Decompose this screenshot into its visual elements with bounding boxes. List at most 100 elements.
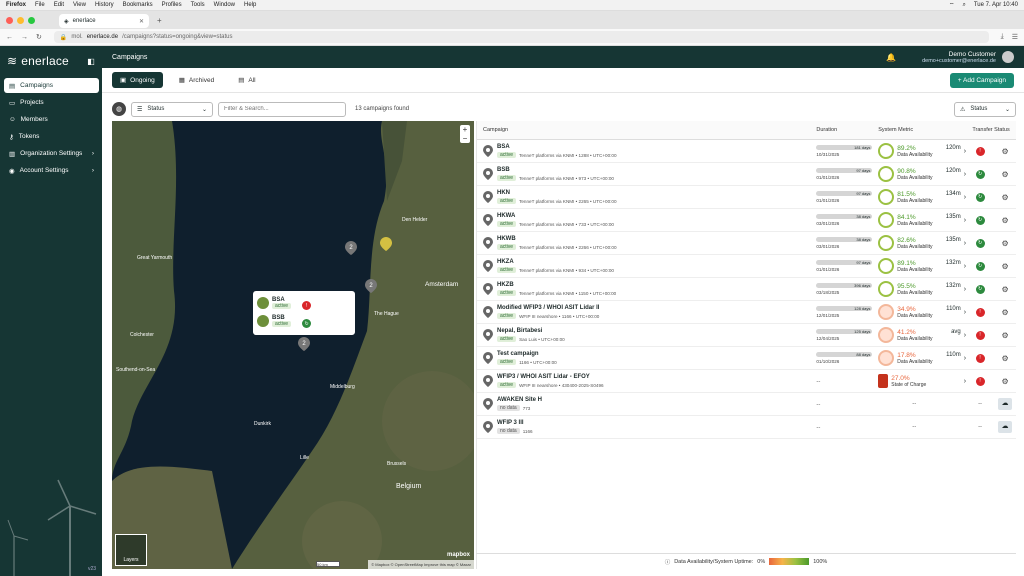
table-row[interactable]: WFIP3 / WHOI ASIT Lidar - EFOY active WFI… xyxy=(477,370,1016,393)
bell-icon[interactable]: 🔔 xyxy=(886,53,896,62)
cluster-marker[interactable]: 2 xyxy=(298,337,310,351)
table-row[interactable]: WFIP 3 III no data 1166 -- -- -- ☁ xyxy=(477,416,1016,439)
forward-icon[interactable]: → xyxy=(21,34,28,41)
table-row[interactable]: Nepal, Birtabesi active Sao Luis • UTC+00… xyxy=(477,324,1016,347)
zoom-out-icon[interactable]: − xyxy=(460,134,470,143)
avatar[interactable] xyxy=(1002,51,1014,63)
os-menu-file[interactable]: File xyxy=(35,2,45,8)
os-menu-view[interactable]: View xyxy=(73,2,86,8)
gear-icon[interactable]: ⚙ xyxy=(1001,377,1008,386)
sidebar-item-campaigns[interactable]: ▤ Campaigns xyxy=(4,78,99,93)
sync-icon[interactable]: ↻ xyxy=(975,284,985,294)
popup-item[interactable]: BSA active ! xyxy=(257,295,351,310)
table-row[interactable]: AWAKEN Site H no data 773 -- -- -- ☁ xyxy=(477,393,1016,416)
new-tab-icon[interactable]: + xyxy=(157,16,162,25)
table-row[interactable]: HKZB active TenneT platforms via KNMI • 1… xyxy=(477,278,1016,301)
address-bar[interactable]: 🔒 mol. enerlace.de/campaigns?status=ongoi… xyxy=(53,31,989,43)
collapse-sidebar-icon[interactable]: ◧ xyxy=(87,57,95,66)
table-row[interactable]: HKN active TenneT platforms via KNMI • 22… xyxy=(477,186,1016,209)
mapbox-logo[interactable]: mapbox xyxy=(447,552,470,558)
wifi-icon[interactable]: ⌔ xyxy=(949,1,955,9)
gear-icon[interactable]: ⚙ xyxy=(1001,239,1008,248)
table-row[interactable]: HKZA active TenneT platforms via KNMI • 9… xyxy=(477,255,1016,278)
campaign-name[interactable]: WFIP3 / WHOI ASIT Lidar - EFOY xyxy=(497,374,604,380)
map[interactable]: Great Yarmouth Colchester Southend-on-Se… xyxy=(112,121,474,569)
sync-icon[interactable]: ↻ xyxy=(975,169,985,179)
os-menu-profiles[interactable]: Profiles xyxy=(162,2,182,8)
tab-ongoing[interactable]: ▣ Ongoing xyxy=(112,72,163,88)
cluster-marker[interactable]: 2 xyxy=(365,279,377,293)
gear-icon[interactable]: ⚙ xyxy=(1001,170,1008,179)
sync-icon[interactable]: ↻ xyxy=(975,238,985,248)
campaign-name[interactable]: BSB xyxy=(497,167,614,173)
sidebar-item-projects[interactable]: ▭ Projects xyxy=(4,95,99,110)
zoom-in-icon[interactable]: + xyxy=(460,125,470,134)
popup-item[interactable]: BSB active ↻ xyxy=(257,313,351,328)
sync-icon[interactable]: ↻ xyxy=(975,261,985,271)
os-menu-edit[interactable]: Edit xyxy=(54,2,64,8)
table-row[interactable]: BSA active TenneT platforms via KNMI • 12… xyxy=(477,140,1016,163)
os-menu-help[interactable]: Help xyxy=(244,2,256,8)
alert-icon[interactable]: ! xyxy=(975,353,985,363)
sync-icon[interactable]: ↻ xyxy=(975,192,985,202)
sidebar-item-account-settings[interactable]: ◉ Account Settings › xyxy=(4,163,99,178)
table-row[interactable]: BSB active TenneT platforms via KNMI • 97… xyxy=(477,163,1016,186)
campaign-name[interactable]: HKWA xyxy=(497,213,614,219)
search-input[interactable] xyxy=(218,101,346,117)
cloud-upload-icon[interactable]: ☁ xyxy=(998,398,1013,410)
campaign-name[interactable]: HKN xyxy=(497,190,617,196)
campaign-name[interactable]: WFIP 3 III xyxy=(497,420,533,426)
alert-icon[interactable]: ! xyxy=(975,376,985,386)
table-row[interactable]: HKWA active TenneT platforms via KNMI • 7… xyxy=(477,209,1016,232)
alert-icon[interactable]: ! xyxy=(975,330,985,340)
table-row[interactable]: Test campaign active 1166 • UTC+00:00 88 … xyxy=(477,347,1016,370)
reload-icon[interactable]: ↻ xyxy=(36,33,42,41)
gear-icon[interactable]: ⚙ xyxy=(1001,147,1008,156)
alert-icon[interactable]: ! xyxy=(975,146,985,156)
campaign-name[interactable]: Modified WFIP3 / WHOI ASIT Lidar II xyxy=(497,305,599,311)
status-dropdown[interactable]: ☰ Status ⌄ xyxy=(131,101,213,117)
alert-icon[interactable]: ! xyxy=(975,307,985,317)
browser-tab[interactable]: ◈ enerlace ✕ xyxy=(59,14,149,28)
sidebar-item-members[interactable]: ☺ Members xyxy=(4,112,99,127)
globe-icon[interactable]: ◍ xyxy=(112,102,126,116)
menu-icon[interactable]: ☰ xyxy=(1012,33,1018,41)
gear-icon[interactable]: ⚙ xyxy=(1001,308,1008,317)
tab-all[interactable]: ▤ All xyxy=(230,72,263,88)
os-app-name[interactable]: Firefox xyxy=(6,2,26,8)
sync-icon[interactable]: ↻ xyxy=(975,215,985,225)
table-row[interactable]: HKWB active TenneT platforms via KNMI • 2… xyxy=(477,232,1016,255)
gear-icon[interactable]: ⚙ xyxy=(1001,262,1008,271)
gear-icon[interactable]: ⚙ xyxy=(1001,354,1008,363)
table-row[interactable]: Modified WFIP3 / WHOI ASIT Lidar II acti… xyxy=(477,301,1016,324)
selected-marker[interactable] xyxy=(380,237,392,251)
campaign-name[interactable]: Nepal, Birtabesi xyxy=(497,328,565,334)
right-status-dropdown[interactable]: ⚠ Status ⌄ xyxy=(954,101,1016,117)
tab-archived[interactable]: ▦ Archived xyxy=(171,72,222,88)
download-icon[interactable]: ⤓ xyxy=(1001,33,1004,41)
campaign-name[interactable]: Test campaign xyxy=(497,351,557,357)
back-icon[interactable]: ← xyxy=(6,34,13,41)
os-clock[interactable]: Tue 7. Apr 10:40 xyxy=(974,2,1018,8)
campaign-name[interactable]: HKZA xyxy=(497,259,614,265)
search-icon[interactable]: ⌕ xyxy=(962,2,965,9)
cloud-upload-icon[interactable]: ☁ xyxy=(998,421,1013,433)
sidebar-item-tokens[interactable]: ⚷ Tokens xyxy=(4,129,99,144)
gear-icon[interactable]: ⚙ xyxy=(1001,331,1008,340)
layers-button[interactable]: Layers xyxy=(115,534,147,566)
zoom-window-icon[interactable] xyxy=(28,16,35,24)
campaign-name[interactable]: HKZB xyxy=(497,282,616,288)
gear-icon[interactable]: ⚙ xyxy=(1001,193,1008,202)
os-menu-window[interactable]: Window xyxy=(214,2,235,8)
campaign-name[interactable]: AWAKEN Site H xyxy=(497,397,542,403)
os-menu-history[interactable]: History xyxy=(95,2,114,8)
gear-icon[interactable]: ⚙ xyxy=(1001,216,1008,225)
add-campaign-button[interactable]: + Add Campaign xyxy=(949,72,1014,88)
minimize-window-icon[interactable] xyxy=(17,16,24,24)
gear-icon[interactable]: ⚙ xyxy=(1001,285,1008,294)
map-attribution[interactable]: © Mapbox © OpenStreetMap Improve this ma… xyxy=(368,560,474,569)
campaign-name[interactable]: HKWB xyxy=(497,236,617,242)
os-menu-bookmarks[interactable]: Bookmarks xyxy=(123,2,153,8)
campaign-name[interactable]: BSA xyxy=(497,144,617,150)
close-window-icon[interactable] xyxy=(6,16,13,24)
